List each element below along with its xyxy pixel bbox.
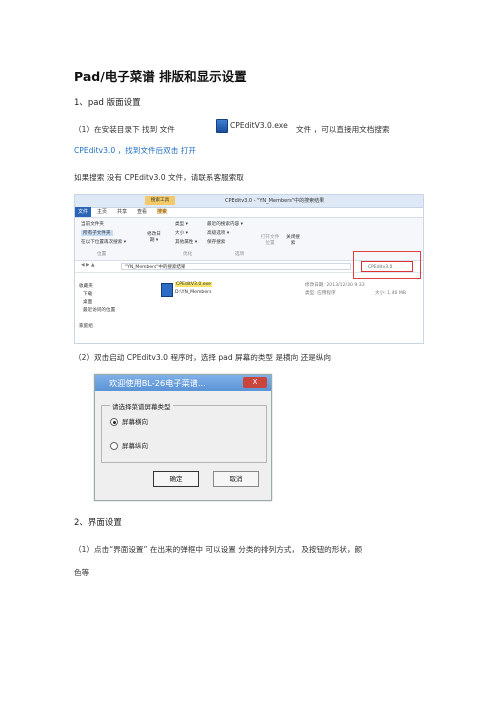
close-icon[interactable]: X [243, 377, 267, 388]
paragraph-4a: （1）点击“界面设置” 在出来的弹框中 可以设置 分类的排列方式， 及按钮的形状… [74, 545, 363, 554]
explorer-screenshot: 搜索工具 CPEditv3.0 - "YN_Members"中的搜索结果 文件 … [74, 194, 424, 344]
ribbon-group-location: 位置 [97, 252, 107, 257]
paragraph-3: （2）双击启动 CPEditv3.0 程序时，选择 pad 屏幕的类型 是横向 … [74, 353, 332, 362]
ribbon-open-location[interactable]: 打开文件位置 [259, 234, 281, 246]
ribbon-other-properties[interactable]: 其他属性 ▾ [175, 239, 197, 245]
exe-inline-name: CPEditV3.0.exe [230, 121, 288, 130]
ribbon-close-search[interactable]: 关闭搜索 [285, 234, 301, 246]
ribbon-type[interactable]: 类型 ▾ [175, 221, 188, 227]
tab-home[interactable]: 主页 [97, 207, 107, 217]
radio-selected-icon[interactable] [110, 418, 118, 426]
section-heading-2: 2、界面设置 [74, 518, 122, 528]
tab-file[interactable]: 文件 [75, 207, 91, 217]
tab-search[interactable]: 搜索 [157, 207, 167, 217]
radio-landscape[interactable]: 屏幕横向 [110, 416, 148, 426]
tab-view[interactable]: 查看 [137, 207, 147, 217]
exe-inline: CPEditV3.0.exe [216, 119, 288, 133]
nav-arrows-icon[interactable]: ◀ ▶ ▲ [81, 263, 95, 268]
nav-favorites[interactable]: 收藏夹 [79, 283, 93, 289]
result-modified: 修改日期: 2013/12/30 9:33 [305, 283, 365, 288]
ribbon-all-subfolders[interactable]: 所有子文件夹 [81, 230, 113, 236]
radio-portrait[interactable]: 屏幕纵向 [110, 440, 148, 450]
dialog-titlebar: 欢迎使用BL-26电子菜谱... X [95, 375, 271, 391]
radio-portrait-label: 屏幕纵向 [122, 442, 148, 450]
tab-share[interactable]: 共享 [117, 207, 127, 217]
paragraph-1c: CPEditv3.0 ，找到文件后双击 打开 [74, 146, 196, 155]
radio-landscape-label: 屏幕横向 [122, 418, 148, 426]
section-heading-1: 1、pad 版面设置 [74, 98, 141, 108]
nav-homegroup[interactable]: 家庭组 [79, 323, 93, 329]
app-file-icon [161, 283, 173, 297]
ribbon-size[interactable]: 大小 ▾ [175, 230, 188, 236]
result-file-name[interactable]: CPEditV3.0.exe [175, 282, 212, 287]
paragraph-1a-text: （1）在安装目录下 找到 文件 [74, 125, 175, 134]
ribbon-group-options: 选项 [235, 252, 245, 257]
paragraph-1b: 文件 ，可以直接用文档搜索 [296, 125, 390, 134]
group-label: 请选择菜谱屏幕类型 [110, 401, 173, 411]
nav-downloads[interactable]: 下载 [83, 291, 92, 297]
ribbon-advanced-options[interactable]: 高级选项 ▾ [207, 230, 229, 236]
radio-unselected-icon[interactable] [110, 442, 118, 450]
ribbon-save-search[interactable]: 保存搜索 [207, 239, 225, 245]
paragraph-4b: 色等 [74, 568, 90, 577]
dialog-title: 欢迎使用BL-26电子菜谱... [109, 378, 206, 388]
cancel-button[interactable]: 取消 [213, 471, 259, 487]
address-bar[interactable]: "YN_Members"中的搜索结果 [121, 263, 351, 270]
paragraph-1a: （1）在安装目录下 找到 文件 [74, 124, 175, 135]
ribbon-recent-searches[interactable]: 最近的搜索内容 ▾ [207, 221, 243, 227]
nav-recent[interactable]: 最近访问的位置 [83, 307, 115, 313]
explorer-titlebar: 搜索工具 CPEditv3.0 - "YN_Members"中的搜索结果 [75, 195, 423, 208]
ribbon-current-folder[interactable]: 当前文件夹 [81, 221, 104, 227]
nav-desktop[interactable]: 桌面 [83, 299, 92, 305]
result-size: 大小: 1.46 MB [375, 291, 406, 296]
result-file-path: D:\YN_Members [175, 290, 212, 295]
search-highlight-frame [353, 251, 421, 279]
startup-dialog: 欢迎使用BL-26电子菜谱... X 请选择菜谱屏幕类型 屏幕横向 屏幕纵向 确… [94, 374, 272, 501]
ok-button[interactable]: 确定 [153, 471, 199, 487]
ribbon-modified-date[interactable]: 修改日期 ▾ [147, 231, 161, 243]
page-title: Pad/电子菜谱 排版和显示设置 [74, 69, 247, 84]
ribbon-group-refine: 优化 [183, 252, 193, 257]
paragraph-2: 如果搜索 没有 CPEditv3.0 文件，请联系客服索取 [74, 173, 244, 182]
explorer-window-title: CPEditv3.0 - "YN_Members"中的搜索结果 [225, 198, 325, 204]
exe-file-icon [216, 119, 228, 133]
tool-tab[interactable]: 搜索工具 [145, 196, 175, 205]
result-type: 类型: 应用程序 [305, 291, 336, 296]
ribbon-search-again[interactable]: 在以下位置再次搜索 ▾ [81, 239, 126, 245]
screen-type-group: 请选择菜谱屏幕类型 屏幕横向 屏幕纵向 [101, 401, 267, 463]
